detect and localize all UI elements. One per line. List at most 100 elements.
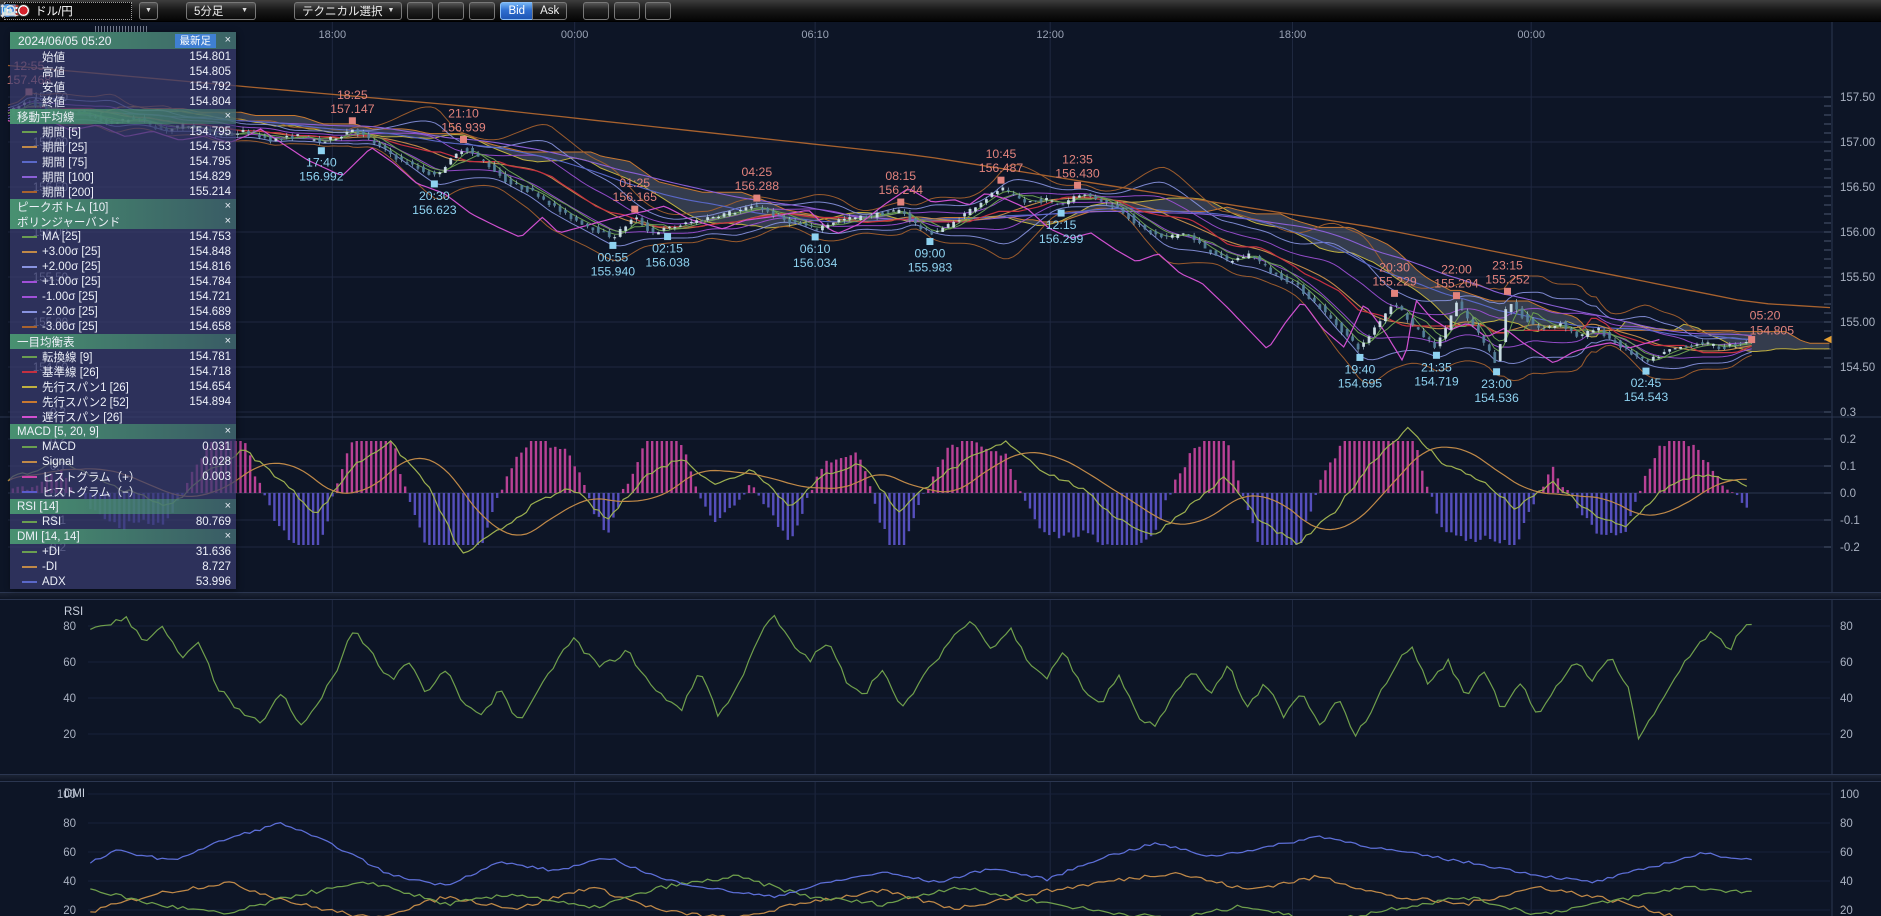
legend-row: 期間 [200] 155.214 × [10, 184, 236, 199]
close-indicator-icon[interactable]: × [225, 214, 231, 229]
series-label: 安値 [42, 79, 189, 95]
zoom-in-button[interactable] [645, 2, 671, 20]
close-indicator-icon[interactable]: × [225, 424, 231, 439]
bid-button[interactable]: Bid [500, 2, 533, 20]
ask-button[interactable]: Ask [532, 2, 567, 20]
legend-header: 2024/06/05 05:20 最新足 × [10, 32, 236, 49]
timeframe-select[interactable]: 5分足 ▼ [186, 2, 256, 20]
svg-text:40: 40 [1840, 876, 1853, 888]
svg-text:23:00: 23:00 [1481, 377, 1512, 391]
close-indicator-icon[interactable]: × [225, 529, 231, 544]
svg-text:05:20: 05:20 [1750, 309, 1781, 323]
series-swatch [22, 371, 37, 373]
zoom-out-button[interactable] [614, 2, 640, 20]
svg-text:22:00: 22:00 [1441, 263, 1472, 277]
candle-display-button[interactable] [583, 2, 609, 20]
svg-text:01:25: 01:25 [619, 176, 650, 190]
legend-row: 基準線 [26] 154.718 × [10, 364, 236, 379]
svg-text:154.50: 154.50 [1840, 362, 1875, 374]
close-indicator-icon[interactable]: × [225, 199, 231, 214]
series-value: 154.792 [189, 81, 231, 93]
series-value: 154.795 [189, 156, 231, 168]
legend-row: -1.00σ [25] 154.721 × [10, 289, 236, 304]
series-label: ヒストグラム（+） [42, 469, 202, 485]
svg-text:155.204: 155.204 [1434, 277, 1479, 291]
series-value: 154.689 [189, 306, 231, 318]
series-label: +3.00σ [25] [42, 246, 189, 258]
series-label: -DI [42, 561, 202, 573]
legend-row: 先行スパン2 [52] 154.894 × [10, 394, 236, 409]
series-label: 一目均衡表 [17, 334, 231, 350]
legend-row: +1.00σ [25] 154.784 × [10, 274, 236, 289]
close-icon[interactable]: × [225, 32, 231, 49]
legend-row: Signal 0.028 × [10, 454, 236, 469]
series-label: 移動平均線 [17, 109, 231, 125]
series-label: DMI [14, 14] [17, 531, 231, 543]
svg-text:12:00: 12:00 [1036, 29, 1064, 41]
series-label: +2.00σ [25] [42, 261, 189, 273]
series-swatch [22, 326, 37, 328]
svg-text:0.2: 0.2 [1840, 434, 1856, 446]
series-swatch [22, 356, 37, 358]
legend-row: 遅行スパン [26] × [10, 409, 236, 424]
svg-text:155.252: 155.252 [1485, 272, 1530, 286]
currency-pair-label: ドル/円 [35, 3, 73, 19]
technical-select-button[interactable]: テクニカル選択 ▼ [294, 2, 402, 20]
pair-dropdown-button[interactable]: ▼ [139, 2, 158, 20]
close-indicator-icon[interactable]: × [225, 334, 231, 349]
svg-text:40: 40 [1840, 693, 1853, 705]
price-chart-canvas[interactable]: 157.50157.50157.00157.00156.50156.50156.… [0, 22, 1881, 592]
series-value: 154.784 [189, 276, 231, 288]
svg-text:60: 60 [1840, 657, 1853, 669]
series-label: MACD [42, 441, 202, 453]
legend-row: -3.00σ [25] 154.658 × [10, 319, 236, 334]
close-indicator-icon[interactable]: × [225, 499, 231, 514]
series-swatch [22, 581, 37, 583]
series-swatch [22, 191, 37, 193]
series-value: 31.636 [196, 546, 231, 558]
series-value: 154.795 [189, 126, 231, 138]
svg-text:RSI: RSI [64, 606, 83, 618]
panel-divider [0, 774, 1881, 782]
svg-text:18:00: 18:00 [1279, 29, 1307, 41]
series-label: 期間 [100] [42, 169, 189, 185]
svg-text:80: 80 [1840, 621, 1853, 633]
series-label: RSI [42, 516, 196, 528]
rsi-chart-canvas[interactable]: RSI8080606040402020 [0, 600, 1881, 774]
svg-text:157.50: 157.50 [1840, 92, 1875, 104]
svg-text:0.0: 0.0 [1840, 488, 1856, 500]
dmi-chart-canvas[interactable]: DMI1001008080606040402020 [0, 782, 1881, 916]
toolbar: ドル/円 ▼ 5分足 ▼ テクニカル選択 ▼ Bid Ask [0, 0, 1881, 22]
series-swatch [22, 491, 37, 493]
draw-tool-button[interactable] [407, 2, 433, 20]
series-value: 53.996 [196, 576, 231, 588]
svg-text:60: 60 [63, 847, 76, 859]
svg-text:154.543: 154.543 [1624, 390, 1669, 404]
series-swatch [22, 551, 37, 553]
currency-pair-selector[interactable]: ドル/円 [4, 2, 132, 20]
chart-style-button[interactable] [469, 2, 495, 20]
svg-text:08:15: 08:15 [885, 169, 916, 183]
svg-text:-0.2: -0.2 [1840, 542, 1860, 554]
series-label: 先行スパン1 [26] [42, 379, 189, 395]
svg-text:156.038: 156.038 [645, 256, 690, 270]
legend-row: ADX 53.996 × [10, 574, 236, 589]
svg-text:06:10: 06:10 [800, 242, 831, 256]
svg-text:21:35: 21:35 [1421, 360, 1452, 374]
svg-text:156.623: 156.623 [412, 203, 457, 217]
svg-text:100: 100 [57, 789, 76, 801]
svg-text:156.244: 156.244 [879, 183, 924, 197]
legend-row: 高値 154.805 × [10, 64, 236, 79]
legend-row: 先行スパン1 [26] 154.654 × [10, 379, 236, 394]
svg-text:21:10: 21:10 [448, 106, 479, 120]
svg-text:20:30: 20:30 [419, 189, 450, 203]
close-indicator-icon[interactable]: × [225, 109, 231, 124]
series-value: 154.804 [189, 96, 231, 108]
svg-text:157.00: 157.00 [1840, 137, 1875, 149]
svg-text:156.00: 156.00 [1840, 227, 1875, 239]
series-label: -3.00σ [25] [42, 321, 189, 333]
info-button[interactable] [438, 2, 464, 20]
svg-text:06:10: 06:10 [801, 29, 829, 41]
series-swatch [22, 296, 37, 298]
series-swatch [22, 386, 37, 388]
